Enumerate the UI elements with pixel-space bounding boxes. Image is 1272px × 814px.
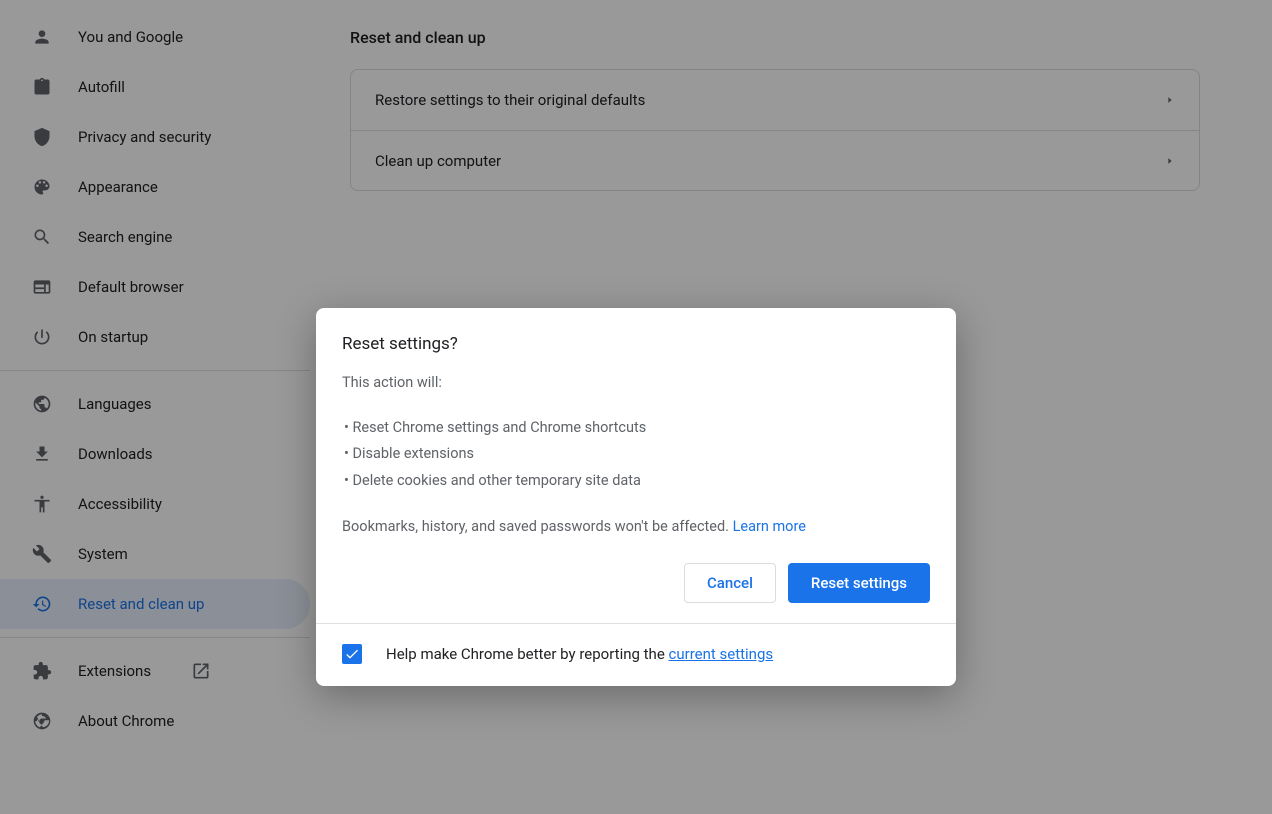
dialog-lead: This action will:	[342, 374, 930, 391]
learn-more-link[interactable]: Learn more	[729, 518, 806, 535]
current-settings-link[interactable]: current settings	[669, 645, 774, 663]
dialog-bullet-list: • Reset Chrome settings and Chrome short…	[342, 415, 930, 493]
dialog-bullet: • Reset Chrome settings and Chrome short…	[344, 415, 930, 441]
dialog-bullet: • Delete cookies and other temporary sit…	[344, 468, 930, 494]
cancel-button[interactable]: Cancel	[684, 563, 776, 603]
checkbox-label: Help make Chrome better by reporting the…	[386, 645, 773, 663]
dialog-bullet: • Disable extensions	[344, 441, 930, 467]
dialog-footer-text: Bookmarks, history, and saved passwords …	[342, 518, 930, 535]
dialog-title: Reset settings?	[342, 334, 930, 354]
dialog-checkbox-row: Help make Chrome better by reporting the…	[316, 623, 956, 686]
reset-settings-dialog: Reset settings? This action will: • Rese…	[316, 308, 956, 685]
report-settings-checkbox[interactable]	[342, 644, 362, 664]
reset-settings-button[interactable]: Reset settings	[788, 563, 930, 603]
modal-overlay[interactable]: Reset settings? This action will: • Rese…	[0, 0, 1272, 814]
